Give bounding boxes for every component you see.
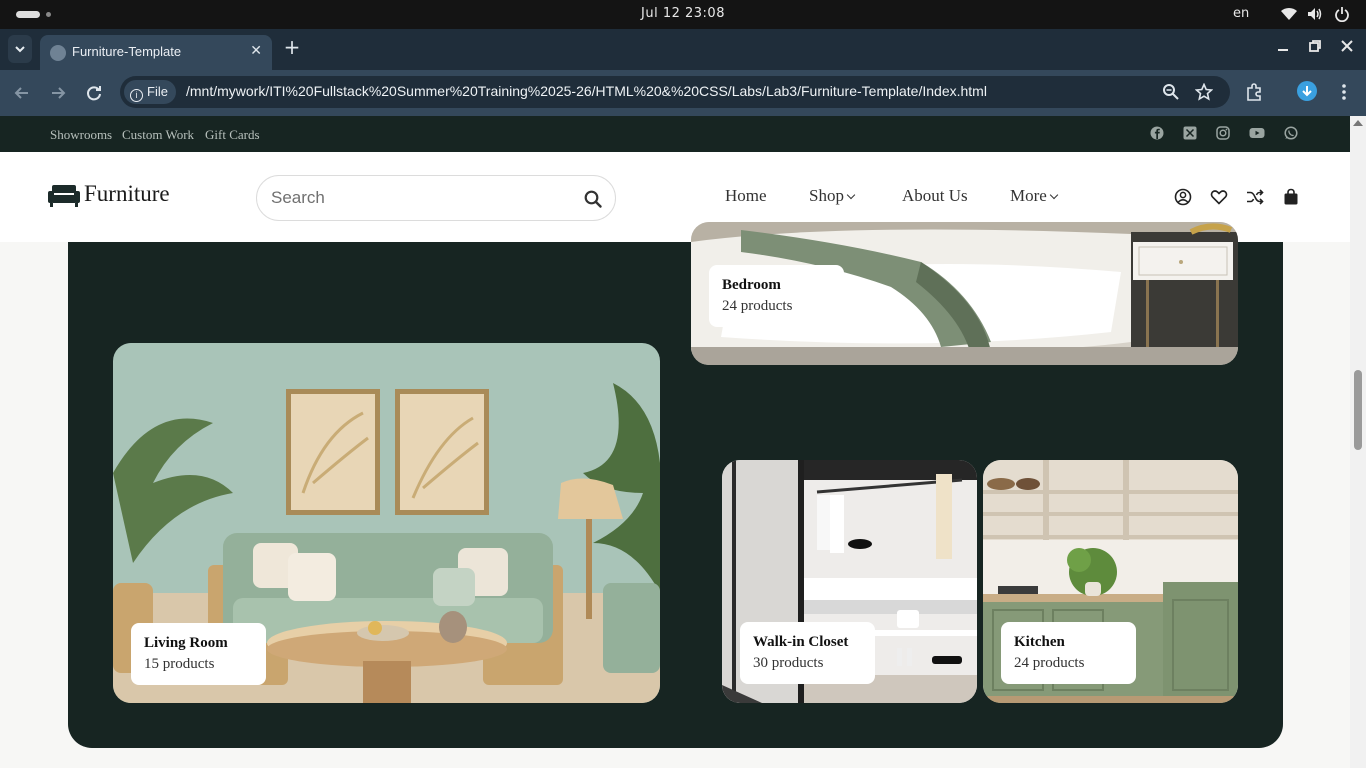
search-input[interactable] <box>271 186 571 210</box>
forward-icon[interactable] <box>47 82 69 104</box>
minimize-icon[interactable] <box>1276 39 1290 57</box>
nav-about-us[interactable]: About Us <box>902 186 968 206</box>
address-bar[interactable]: i File /mnt/mywork/ITI%20Fullstack%20Summ… <box>120 76 1230 108</box>
page-scrollbar[interactable] <box>1350 116 1366 768</box>
instagram-icon[interactable] <box>1215 126 1231 142</box>
top-strip: Showrooms Custom Work Gift Cards <box>0 116 1350 152</box>
x-icon[interactable] <box>1182 126 1198 142</box>
category-count: 30 products <box>753 655 824 671</box>
bookmark-star-icon[interactable] <box>1194 82 1214 101</box>
extensions-icon[interactable] <box>1244 82 1264 102</box>
nav-shop[interactable]: Shop <box>809 186 856 206</box>
language-indicator[interactable]: en <box>1233 6 1249 21</box>
close-tab-icon[interactable]: ✕ <box>250 43 262 59</box>
category-title: Bedroom <box>722 277 781 293</box>
search-icon[interactable] <box>583 189 603 209</box>
top-link-custom-work[interactable]: Custom Work <box>122 127 194 143</box>
power-icon[interactable] <box>1334 6 1352 23</box>
site-logo[interactable]: Furniture <box>84 181 170 207</box>
category-count: 15 products <box>144 656 215 672</box>
globe-icon <box>50 45 66 61</box>
info-icon: i <box>130 89 143 102</box>
reload-icon[interactable] <box>83 82 105 104</box>
category-card-bedroom[interactable]: Bedroom 24 products <box>691 222 1238 365</box>
category-title: Living Room <box>144 635 228 651</box>
chevron-down-icon <box>846 190 856 200</box>
category-card-walk-in-closet[interactable]: Walk-in Closet 30 products <box>722 460 977 703</box>
volume-icon[interactable] <box>1306 6 1324 22</box>
category-label-bedroom: Bedroom 24 products <box>709 265 844 327</box>
sofa-icon[interactable] <box>48 185 80 207</box>
categories-panel: Bedroom 24 products Living Room 15 produ… <box>68 222 1283 748</box>
category-title: Walk-in Closet <box>753 634 849 650</box>
browser-menu-icon[interactable] <box>1334 82 1354 102</box>
user-account-icon[interactable] <box>1174 188 1192 206</box>
category-count: 24 products <box>722 298 793 314</box>
nav-more[interactable]: More <box>1010 186 1059 206</box>
wifi-icon[interactable] <box>1280 6 1298 22</box>
search-box <box>256 175 616 221</box>
scroll-up-arrow-icon[interactable] <box>1353 120 1363 126</box>
whatsapp-icon[interactable] <box>1283 126 1299 142</box>
category-title: Kitchen <box>1014 634 1065 650</box>
nav-shop-label: Shop <box>809 186 844 205</box>
site-info-chip[interactable]: i File <box>124 80 176 104</box>
scroll-thumb[interactable] <box>1354 370 1362 450</box>
top-link-gift-cards[interactable]: Gift Cards <box>205 127 260 143</box>
browser-tab[interactable]: Furniture-Template ✕ <box>40 35 272 70</box>
download-icon[interactable] <box>1297 81 1317 101</box>
category-count: 24 products <box>1014 655 1085 671</box>
restore-icon[interactable] <box>1308 39 1322 57</box>
web-page: Showrooms Custom Work Gift Cards Furnitu… <box>0 116 1350 768</box>
back-icon[interactable] <box>11 82 33 104</box>
tab-title: Furniture-Template <box>72 44 182 59</box>
top-link-showrooms[interactable]: Showrooms <box>50 127 112 143</box>
os-top-bar: Jul 12 23:08 en <box>0 0 1366 29</box>
clock[interactable]: Jul 12 23:08 <box>0 6 1366 21</box>
new-tab-button[interactable]: + <box>282 37 302 58</box>
url-text[interactable]: /mnt/mywork/ITI%20Fullstack%20Summer%20T… <box>186 83 987 99</box>
shopping-bag-icon[interactable] <box>1282 188 1300 206</box>
category-card-kitchen[interactable]: Kitchen 24 products <box>983 460 1238 703</box>
site-info-label: File <box>147 84 168 99</box>
tab-list-button[interactable] <box>8 35 32 63</box>
compare-shuffle-icon[interactable] <box>1246 188 1264 206</box>
youtube-icon[interactable] <box>1249 126 1265 142</box>
facebook-icon[interactable] <box>1149 126 1165 142</box>
browser-tab-bar: Furniture-Template ✕ + <box>0 29 1366 70</box>
category-label-walk-in-closet: Walk-in Closet 30 products <box>740 622 875 684</box>
chevron-down-icon <box>1049 190 1059 200</box>
category-card-living-room[interactable]: Living Room 15 products <box>113 343 660 703</box>
category-label-kitchen: Kitchen 24 products <box>1001 622 1136 684</box>
category-label-living-room: Living Room 15 products <box>131 623 266 685</box>
zoom-icon[interactable] <box>1162 83 1180 101</box>
close-window-icon[interactable] <box>1340 39 1354 57</box>
wishlist-heart-icon[interactable] <box>1210 188 1228 206</box>
nav-home[interactable]: Home <box>725 186 767 206</box>
nav-more-label: More <box>1010 186 1047 205</box>
browser-toolbar: i File /mnt/mywork/ITI%20Fullstack%20Summ… <box>0 70 1366 116</box>
